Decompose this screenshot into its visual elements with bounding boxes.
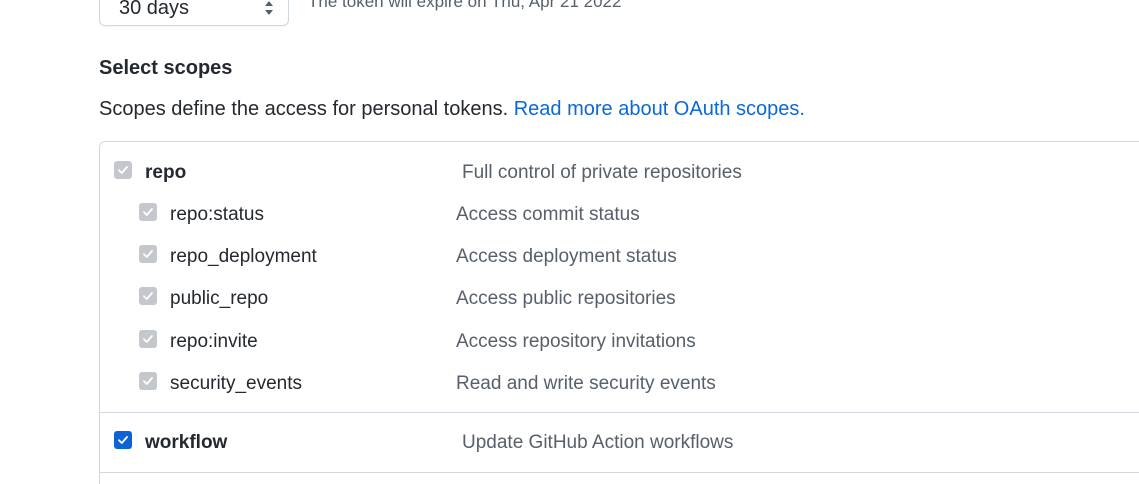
check-icon [143, 250, 153, 258]
scopes-description-text: Scopes define the access for personal to… [99, 98, 509, 120]
scope-row-repo-status: repo:status Access commit status [100, 197, 1139, 233]
scope-name-public-repo: public_repo [170, 288, 269, 309]
select-scopes-heading: Select scopes [99, 57, 233, 79]
scope-name-security-events: security_events [170, 373, 303, 394]
scope-checkbox-public-repo[interactable] [139, 287, 157, 305]
scope-desc-public-repo: Access public repositories [456, 288, 676, 309]
scope-checkbox-repo[interactable] [114, 161, 132, 179]
scope-checkbox-repo-invite[interactable] [139, 330, 157, 348]
check-icon [143, 208, 153, 216]
check-icon [118, 436, 128, 444]
expiration-select-value: 30 days [119, 0, 190, 19]
oauth-scopes-link[interactable]: Read more about OAuth scopes. [514, 98, 805, 120]
scope-group-divider [100, 412, 1139, 413]
expiration-note: The token will expire on Thu, Apr 21 202… [308, 0, 622, 11]
scope-desc-repo: Full control of private repositories [462, 162, 742, 183]
scope-row-public-repo: public_repo Access public repositories [100, 281, 1139, 317]
scope-desc-workflow: Update GitHub Action workflows [462, 432, 734, 453]
token-scopes-page: 30 days The token will expire on Thu, Ap… [0, 0, 1139, 484]
scope-row-repo-deployment: repo_deployment Access deployment status [100, 239, 1139, 275]
scope-row-repo: repo Full control of private repositorie… [100, 155, 1139, 191]
check-icon [143, 377, 153, 385]
scope-checkbox-repo-deployment[interactable] [139, 245, 157, 263]
check-icon [143, 292, 153, 300]
scope-name-workflow: workflow [145, 432, 228, 453]
scope-row-repo-invite: repo:invite Access repository invitation… [100, 324, 1139, 360]
scope-row-security-events: security_events Read and write security … [100, 366, 1139, 402]
scope-row-workflow: workflow Update GitHub Action workflows [100, 425, 1139, 461]
select-scopes-description: Scopes define the access for personal to… [99, 98, 805, 121]
expiration-select[interactable]: 30 days [99, 0, 289, 26]
scope-checkbox-security-events[interactable] [139, 372, 157, 390]
scope-desc-repo-deployment: Access deployment status [456, 246, 677, 267]
check-icon [118, 166, 128, 174]
scope-name-repo-deployment: repo_deployment [170, 246, 317, 267]
scope-desc-repo-status: Access commit status [456, 204, 640, 225]
scope-name-repo-invite: repo:invite [170, 331, 258, 352]
scopes-list: repo Full control of private repositorie… [99, 141, 1139, 484]
scope-desc-security-events: Read and write security events [456, 373, 716, 394]
scope-checkbox-repo-status[interactable] [139, 203, 157, 221]
scope-desc-repo-invite: Access repository invitations [456, 331, 696, 352]
check-icon [143, 335, 153, 343]
scope-checkbox-workflow[interactable] [114, 431, 132, 449]
scope-group-divider [100, 472, 1139, 473]
scope-name-repo-status: repo:status [170, 204, 264, 225]
scope-name-repo: repo [145, 162, 187, 183]
select-arrows-icon [265, 1, 273, 15]
